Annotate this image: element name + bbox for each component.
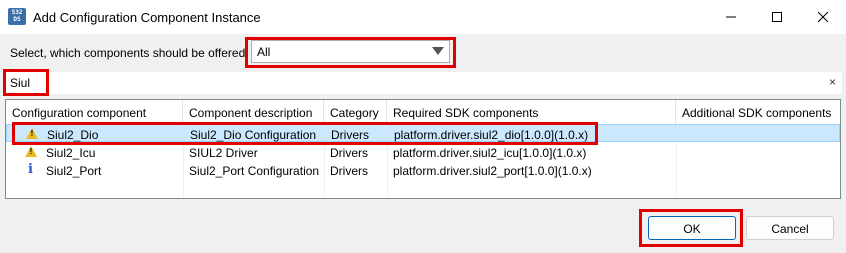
component-description: Siul2_Port Configuration	[189, 164, 320, 178]
ok-button[interactable]: OK	[648, 216, 736, 240]
table-row[interactable]: ! Siul2_Dio Siul2_Dio Configuration Driv…	[6, 124, 840, 142]
warning-icon-mark: !	[30, 129, 34, 138]
table-row[interactable]: i Siul2_Port Siul2_Port Configuration Dr…	[6, 161, 840, 179]
component-description: SIUL2 Driver	[189, 146, 258, 160]
cancel-button[interactable]: Cancel	[746, 216, 834, 240]
component-name: Siul2_Port	[46, 164, 102, 178]
info-icon: i	[28, 162, 33, 177]
minimize-icon	[726, 16, 736, 18]
component-name: Siul2_Dio	[47, 128, 99, 142]
required-sdk-components: platform.driver.siul2_icu[1.0.0](1.0.x)	[393, 146, 587, 160]
maximize-icon	[772, 12, 782, 22]
component-category: Drivers	[330, 146, 368, 160]
clear-filter-icon[interactable]: ×	[829, 75, 836, 89]
column-header-additional[interactable]: Additional SDK components	[676, 100, 840, 125]
component-category: Drivers	[331, 128, 369, 142]
offer-label: Select, which components should be offer…	[10, 46, 249, 60]
offer-select-value: All	[257, 45, 271, 59]
additional-sdk-components	[677, 125, 841, 143]
additional-sdk-components	[676, 161, 840, 179]
additional-sdk-components	[676, 143, 840, 161]
component-description: Siul2_Dio Configuration	[190, 128, 317, 142]
s32ds-app-icon: S32 DS	[8, 8, 26, 25]
components-table: Configuration component Component descri…	[5, 99, 841, 199]
component-category: Drivers	[330, 164, 368, 178]
offer-select[interactable]: All	[251, 40, 450, 63]
column-header-required[interactable]: Required SDK components	[387, 100, 676, 125]
column-header-description[interactable]: Component description	[183, 100, 324, 125]
column-header-category[interactable]: Category	[324, 100, 387, 125]
close-button[interactable]	[800, 0, 846, 34]
close-icon	[817, 11, 829, 23]
column-header-component[interactable]: Configuration component	[6, 100, 183, 125]
component-name: Siul2_Icu	[46, 146, 96, 160]
filter-input-value: Siul	[10, 76, 31, 90]
warning-icon-mark: !	[29, 147, 33, 156]
window-title: Add Configuration Component Instance	[33, 10, 261, 25]
title-bar: S32 DS Add Configuration Component Insta…	[0, 0, 846, 34]
required-sdk-components: platform.driver.siul2_dio[1.0.0](1.0.x)	[394, 128, 589, 142]
chevron-down-icon	[432, 47, 444, 55]
table-row[interactable]: ! Siul2_Icu SIUL2 Driver Drivers platfor…	[6, 143, 840, 161]
minimize-button[interactable]	[708, 0, 754, 34]
required-sdk-components: platform.driver.siul2_port[1.0.0](1.0.x)	[393, 164, 592, 178]
maximize-button[interactable]	[754, 0, 800, 34]
filter-input[interactable]: Siul ×	[4, 72, 842, 94]
table-header: Configuration component Component descri…	[6, 100, 840, 125]
